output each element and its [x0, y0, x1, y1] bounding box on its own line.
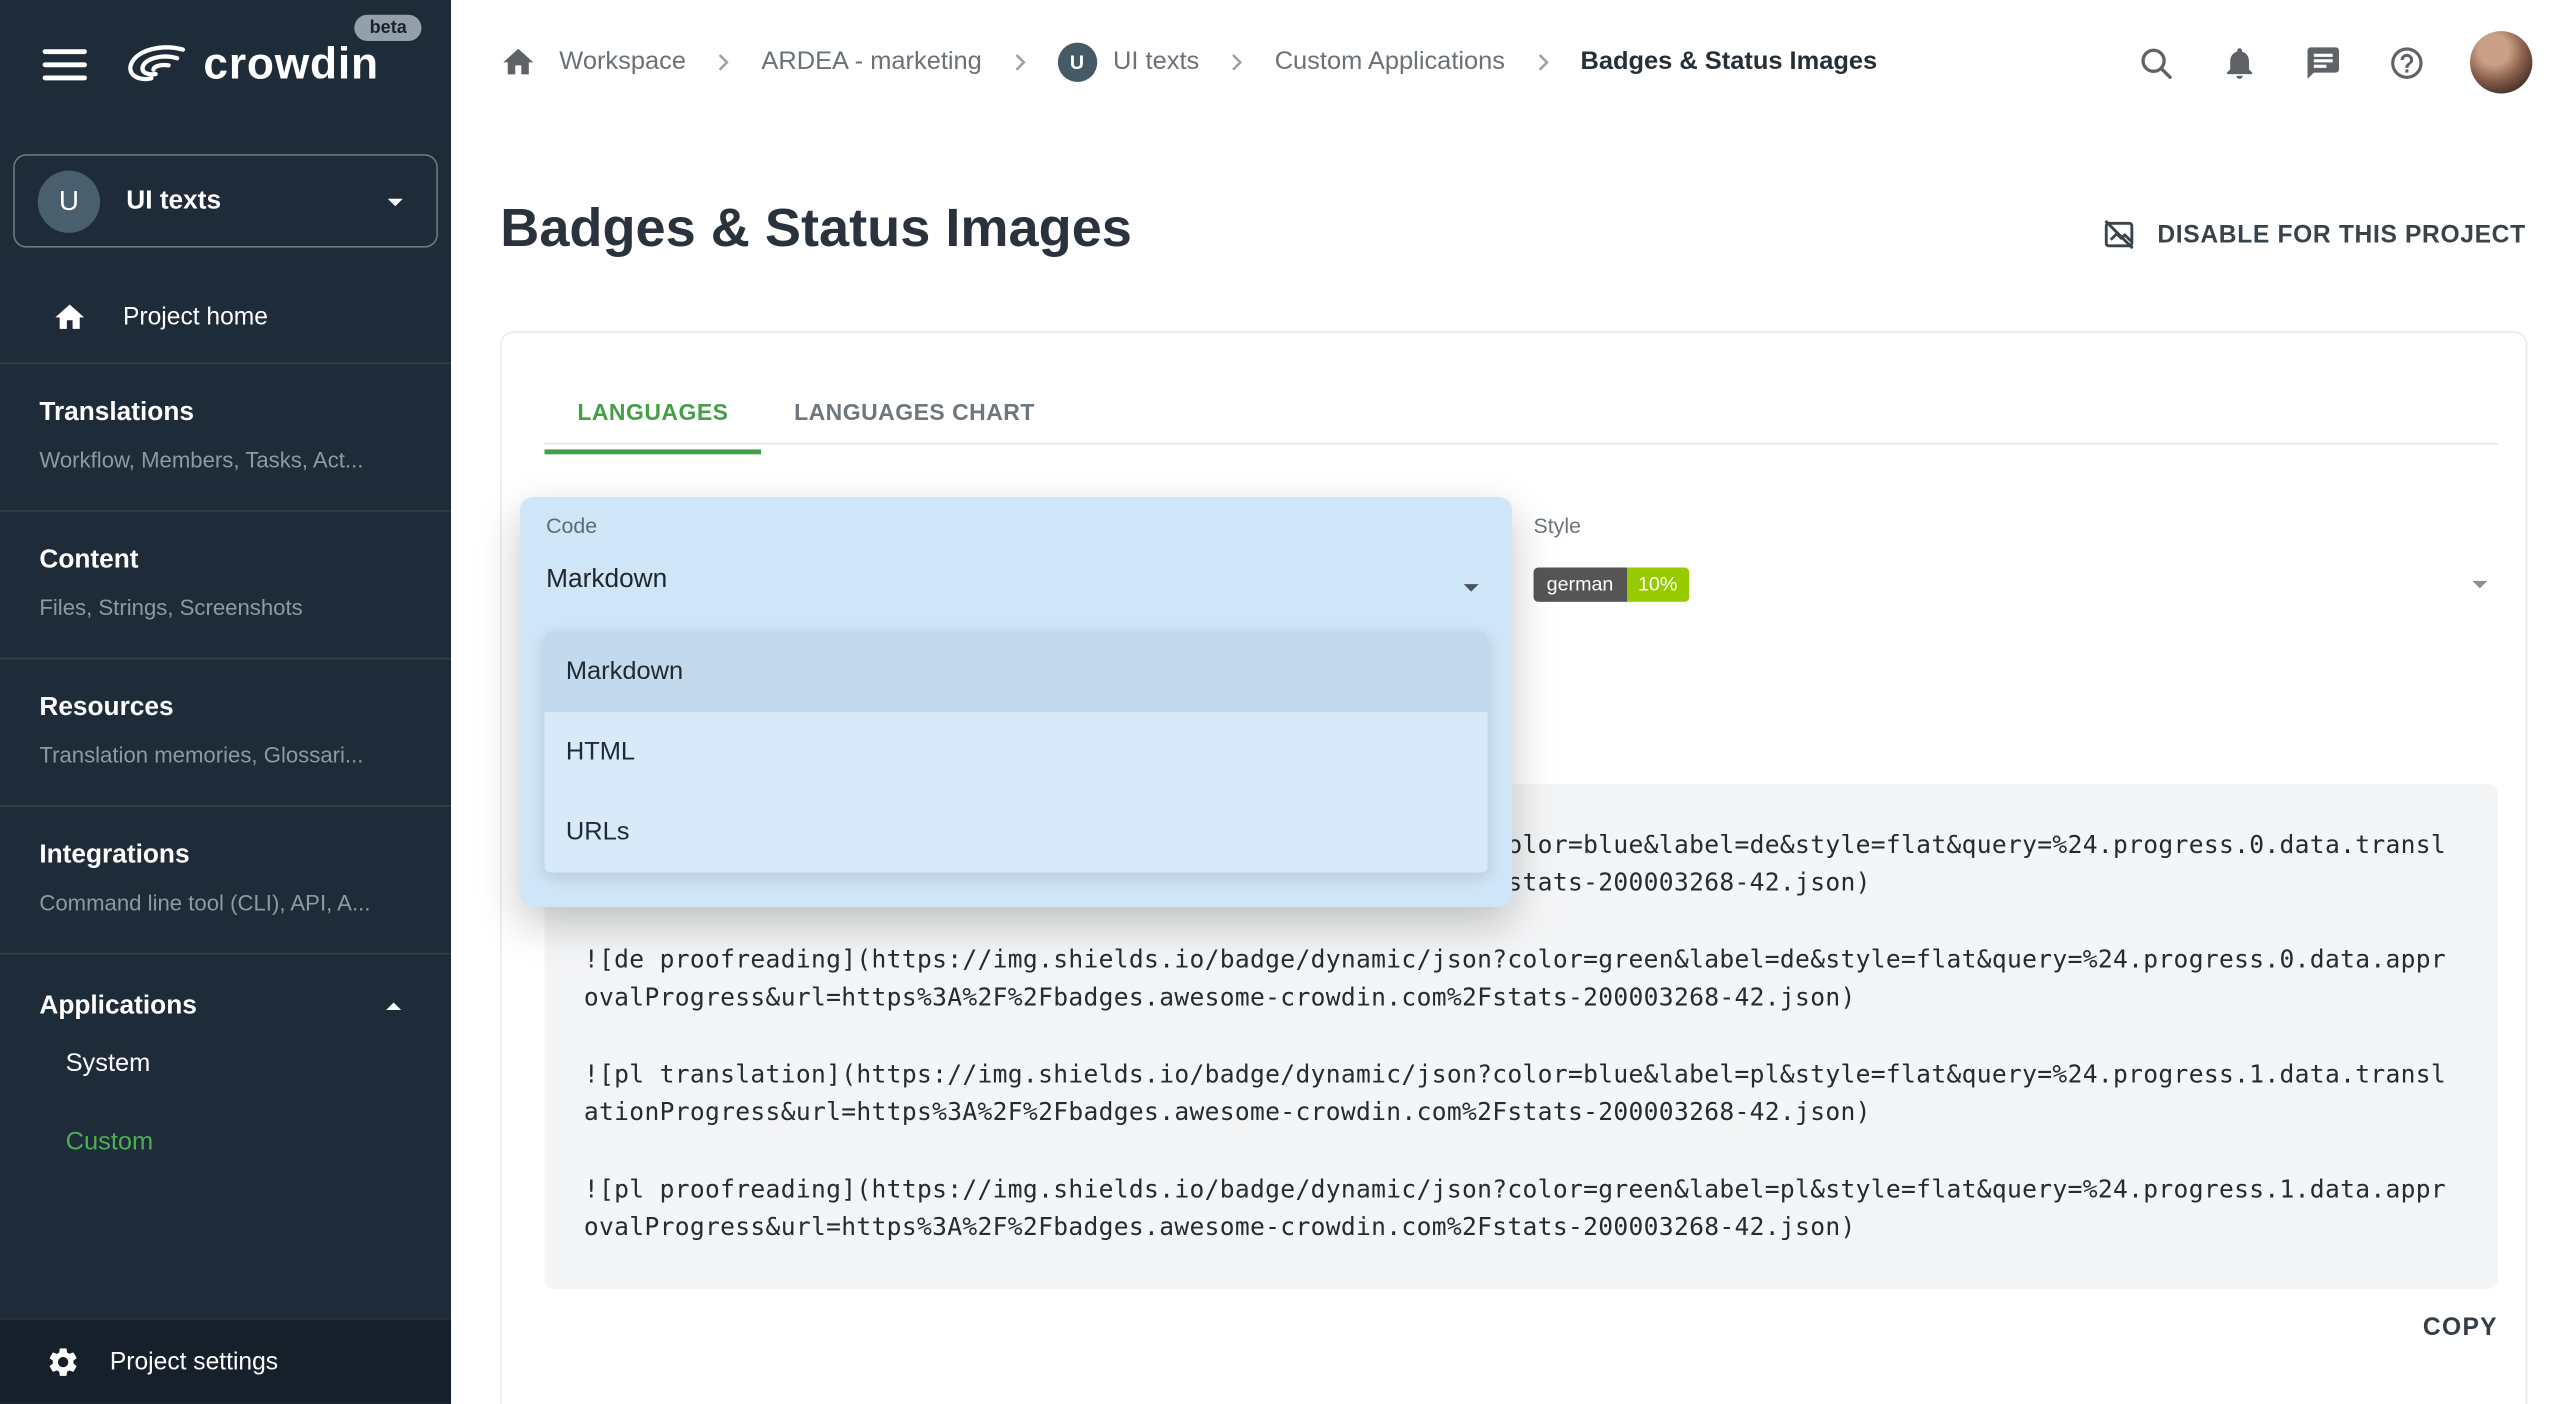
sidebar-header: crowdin beta — [0, 0, 451, 128]
style-select-label: Style — [1534, 513, 1581, 538]
breadcrumb-label: UI texts — [1113, 48, 1199, 78]
sidebar: crowdin beta U UI texts Project home Tra… — [0, 0, 451, 1404]
search-icon[interactable] — [2135, 43, 2174, 82]
breadcrumb-item-project[interactable]: ARDEA - marketing — [761, 48, 981, 78]
code-select-value: Markdown — [546, 566, 667, 596]
project-avatar: U — [38, 170, 100, 232]
chevron-right-icon — [1005, 48, 1035, 78]
chevron-down-icon — [2462, 566, 2498, 602]
sidebar-item-content[interactable]: Content Files, Strings, Screenshots — [0, 510, 451, 658]
copy-button[interactable]: COPY — [2423, 1314, 2498, 1342]
section-subtitle: Command line tool (CLI), API, A... — [39, 891, 411, 916]
crowdin-logo[interactable]: crowdin — [120, 39, 379, 90]
sidebar-item-translations[interactable]: Translations Workflow, Members, Tasks, A… — [0, 362, 451, 510]
section-title: Applications — [39, 992, 196, 1022]
section-title: Content — [39, 546, 411, 576]
project-name: UI texts — [126, 186, 377, 216]
menu-option-markdown[interactable]: Markdown — [545, 631, 1488, 711]
code-select-label: Code — [546, 513, 597, 538]
breadcrumb-item-custom-applications[interactable]: Custom Applications — [1275, 48, 1505, 78]
sidebar-item-label: Project settings — [110, 1348, 278, 1376]
sidebar-item-custom[interactable]: Custom — [39, 1104, 411, 1183]
sidebar-item-resources[interactable]: Resources Translation memories, Glossari… — [0, 658, 451, 806]
tabs-divider — [545, 443, 2498, 445]
crowdin-logo-icon — [120, 41, 189, 87]
section-subtitle: Workflow, Members, Tasks, Act... — [39, 448, 411, 473]
style-select[interactable]: german 10% — [1534, 558, 2498, 610]
sidebar-item-project-home[interactable]: Project home — [0, 271, 451, 363]
chevron-down-icon — [1453, 569, 1489, 605]
code-format-select-open[interactable]: Code Markdown Markdown HTML URLs — [520, 497, 1512, 907]
breadcrumb-home-icon[interactable] — [500, 44, 536, 80]
user-avatar[interactable] — [2470, 31, 2532, 93]
status-badge-preview: german 10% — [1534, 567, 1689, 601]
breadcrumb: Workspace ARDEA - marketing U UI texts C… — [500, 43, 2135, 82]
chevron-right-icon — [709, 48, 739, 78]
code-line: ![pl proofreading](https://img.shields.i… — [584, 1171, 2459, 1246]
topbar-actions — [2135, 31, 2532, 93]
chevron-right-icon — [1528, 48, 1558, 78]
topbar: Workspace ARDEA - marketing U UI texts C… — [451, 0, 2575, 125]
chevron-right-icon — [1222, 48, 1252, 78]
section-title: Integrations — [39, 841, 411, 871]
section-title: Resources — [39, 694, 411, 724]
disable-button-label: DISABLE FOR THIS PROJECT — [2157, 221, 2525, 249]
chevron-down-icon — [377, 183, 413, 219]
help-icon[interactable] — [2386, 43, 2425, 82]
notifications-bell-icon[interactable] — [2219, 43, 2258, 82]
menu-option-html[interactable]: HTML — [545, 712, 1488, 792]
breadcrumb-item-workspace[interactable]: Workspace — [559, 48, 686, 78]
breadcrumb-project-avatar: U — [1057, 43, 1096, 82]
messages-chat-icon[interactable] — [2303, 43, 2342, 82]
code-line: ![de proofreading](https://img.shields.i… — [584, 941, 2459, 1016]
badge-value-segment: 10% — [1626, 567, 1688, 601]
main-content: Badges & Status Images DISABLE FOR THIS … — [451, 125, 2575, 1404]
code-line: ![pl translation](https://img.shields.io… — [584, 1056, 2459, 1131]
menu-option-urls[interactable]: URLs — [545, 792, 1488, 872]
gear-icon — [46, 1345, 80, 1379]
disable-for-project-button[interactable]: DISABLE FOR THIS PROJECT — [2102, 216, 2526, 252]
sidebar-item-applications[interactable]: Applications — [39, 989, 411, 1025]
sidebar-item-project-settings[interactable]: Project settings — [0, 1319, 451, 1404]
crowdin-wordmark: crowdin — [203, 39, 379, 90]
project-switcher[interactable]: U UI texts — [13, 154, 438, 247]
breadcrumb-item-ui-texts[interactable]: U UI texts — [1057, 43, 1199, 82]
code-select-menu: Markdown HTML URLs — [545, 631, 1488, 872]
image-off-icon — [2102, 216, 2138, 252]
chevron-up-icon — [376, 989, 412, 1025]
badge-label-segment: german — [1534, 567, 1627, 601]
beta-badge: beta — [355, 15, 422, 41]
section-title: Translations — [39, 399, 411, 429]
hamburger-menu-icon[interactable] — [43, 48, 87, 79]
sidebar-item-system[interactable]: System — [39, 1025, 411, 1104]
page-title: Badges & Status Images — [500, 197, 1132, 259]
sidebar-item-integrations[interactable]: Integrations Command line tool (CLI), AP… — [0, 805, 451, 953]
section-subtitle: Translation memories, Glossari... — [39, 743, 411, 768]
breadcrumb-item-current: Badges & Status Images — [1580, 48, 1877, 78]
sidebar-group-applications: Applications System Custom — [0, 953, 451, 1196]
section-subtitle: Files, Strings, Screenshots — [39, 595, 411, 620]
sidebar-item-label: Project home — [123, 303, 268, 331]
app-viewport: crowdin beta U UI texts Project home Tra… — [0, 0, 2575, 1404]
home-icon — [52, 299, 86, 333]
